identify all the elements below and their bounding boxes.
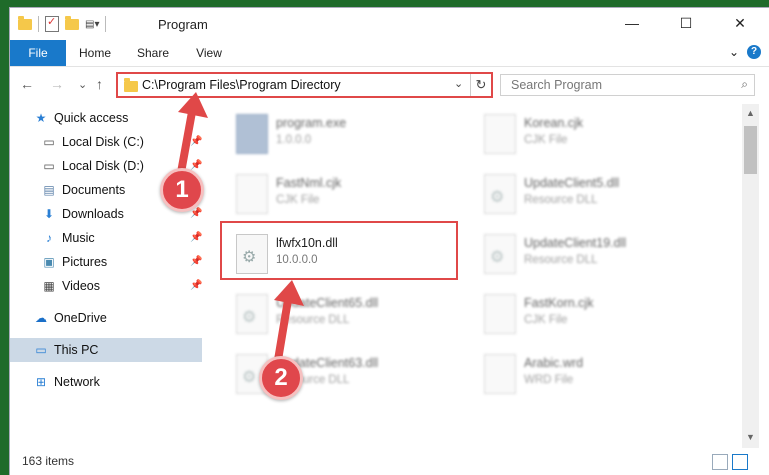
- callout-1: 1: [160, 168, 204, 212]
- arrow-2-head: [274, 280, 304, 306]
- callout-2: 2: [259, 356, 303, 400]
- arrow-2: [274, 296, 292, 364]
- annotation-arrows: [176, 92, 304, 364]
- arrow-1-head: [178, 92, 208, 118]
